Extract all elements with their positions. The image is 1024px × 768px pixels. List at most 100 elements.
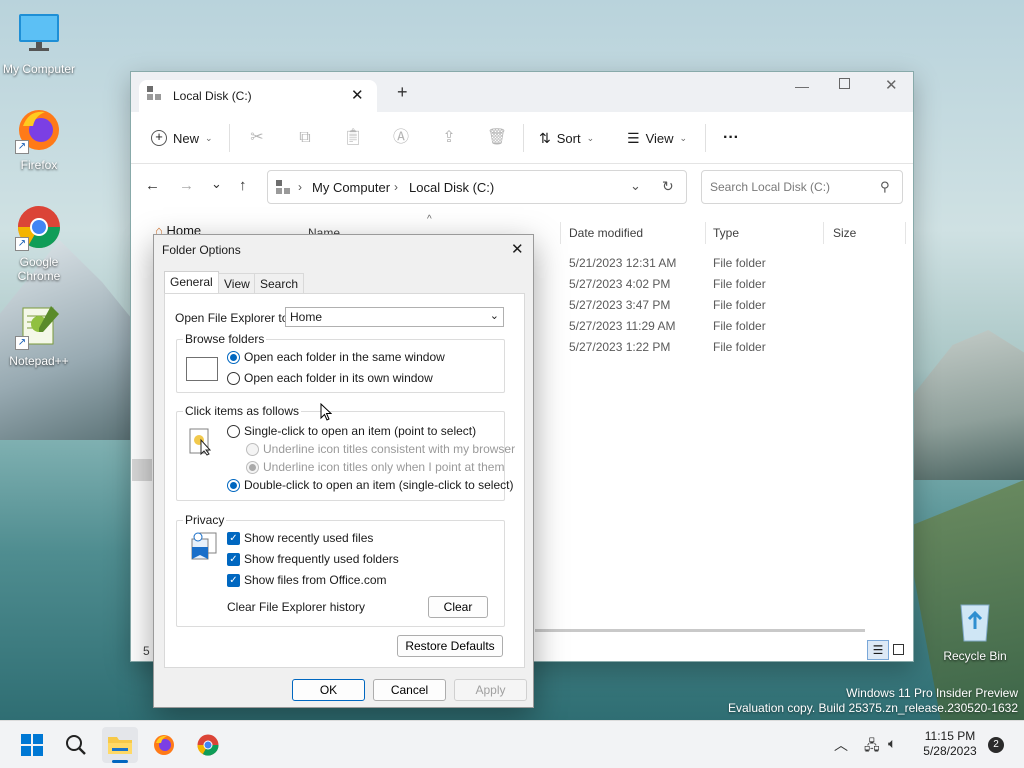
tiles-view-icon[interactable] xyxy=(893,644,904,655)
taskbar-firefox[interactable] xyxy=(146,727,182,763)
underline-point-option[interactable]: Underline icon titles only when I point … xyxy=(246,460,504,474)
column-divider xyxy=(823,222,824,244)
chevron-down-icon: ⌄ xyxy=(679,132,688,143)
delete-icon[interactable]: 🗑︎ xyxy=(485,126,509,150)
address-dropdown-icon[interactable]: ⌄ xyxy=(630,178,641,194)
start-button[interactable] xyxy=(14,727,50,763)
column-header-type[interactable]: Type xyxy=(713,226,739,240)
explorer-tab[interactable]: Local Disk (C:) ✕ xyxy=(139,80,377,112)
view-button[interactable]: ☰ View ⌄ xyxy=(627,126,687,150)
share-icon[interactable]: ⇪ xyxy=(437,126,461,150)
window-preview-icon xyxy=(186,357,218,381)
new-tab-icon[interactable]: + xyxy=(397,82,408,103)
open-explorer-value: Home xyxy=(290,310,323,324)
ok-button[interactable]: OK xyxy=(292,679,365,701)
apply-button[interactable]: Apply xyxy=(454,679,527,701)
privacy-group: Privacy ✓ Show recently used files ✓ Sho… xyxy=(176,513,505,627)
status-item-count: 5 xyxy=(143,644,150,658)
more-options-icon[interactable]: ··· xyxy=(723,126,739,150)
refresh-icon[interactable]: ↻ xyxy=(662,178,674,195)
notification-badge[interactable]: 2 xyxy=(988,737,1004,753)
new-button[interactable]: + New ⌄ xyxy=(151,126,213,150)
double-click-option[interactable]: Double-click to open an item (single-cli… xyxy=(227,478,513,492)
minimize-icon[interactable]: — xyxy=(795,78,809,94)
paste-icon[interactable]: 📋︎ xyxy=(341,126,365,150)
restore-defaults-button[interactable]: Restore Defaults xyxy=(397,635,503,657)
nav-pane-scrollbar[interactable] xyxy=(132,459,152,481)
up-arrow-icon[interactable]: ↑ xyxy=(239,177,247,194)
show-recent-files-checkbox[interactable]: ✓ Show recently used files xyxy=(227,531,373,545)
firefox-icon: ↗ xyxy=(15,106,63,154)
cut-icon[interactable]: ✂ xyxy=(245,126,269,150)
show-hidden-icons-chevron[interactable]: ︿ xyxy=(834,735,848,755)
breadcrumb-local-disk[interactable]: Local Disk (C:) xyxy=(409,180,494,195)
row-date: 5/27/2023 3:47 PM xyxy=(569,298,671,312)
radio-unselected xyxy=(227,424,240,438)
general-tab-panel: Open File Explorer to: Home ⌄ Browse fol… xyxy=(164,293,525,668)
row-type: File folder xyxy=(713,256,766,270)
desktop-icon-chrome[interactable]: ↗ Google Chrome xyxy=(1,203,77,283)
column-divider xyxy=(705,222,706,244)
column-header-size[interactable]: Size xyxy=(833,226,856,240)
desktop-icon-firefox[interactable]: ↗ Firefox xyxy=(1,106,77,172)
network-icon[interactable]: 🖧︎ xyxy=(864,735,880,759)
desktop-icon-my-computer[interactable]: My Computer xyxy=(1,10,77,76)
underline-browser-option[interactable]: Underline icon titles consistent with my… xyxy=(246,442,515,456)
taskbar-file-explorer[interactable] xyxy=(102,727,138,763)
toolbar-separator xyxy=(705,124,706,152)
radio-selected xyxy=(227,350,240,364)
open-explorer-select[interactable]: Home ⌄ xyxy=(285,307,504,327)
volume-icon[interactable]: 🔈︎ xyxy=(888,735,896,752)
shortcut-arrow-icon: ↗ xyxy=(15,140,29,154)
tab-search[interactable]: Search xyxy=(254,273,305,293)
single-click-option[interactable]: Single-click to open an item (point to s… xyxy=(227,424,476,438)
taskbar-clock[interactable]: 11:15 PM 5/28/2023 xyxy=(918,729,982,759)
rename-icon[interactable]: Ⓐ xyxy=(389,126,413,150)
clock-time: 11:15 PM xyxy=(924,729,976,743)
browse-own-window-option[interactable]: Open each folder in its own window xyxy=(227,371,433,385)
explorer-toolbar: + New ⌄ ✂ ⧉ 📋︎ Ⓐ ⇪ 🗑︎ ⇅ Sort ⌄ ☰ View ⌄ … xyxy=(131,112,913,164)
show-office-files-checkbox[interactable]: ✓ Show files from Office.com xyxy=(227,573,387,587)
notepadpp-icon: ↗ xyxy=(15,302,63,350)
back-arrow-icon[interactable]: ← xyxy=(145,177,160,194)
view-list-icon: ☰ xyxy=(627,129,640,146)
dialog-close-icon[interactable]: ✕ xyxy=(511,240,524,258)
dialog-title: Folder Options xyxy=(162,243,241,257)
watermark-line-1: Windows 11 Pro Insider Preview xyxy=(846,686,1018,700)
maximize-icon[interactable] xyxy=(839,78,850,89)
option-label: Underline icon titles only when I point … xyxy=(263,460,505,474)
details-view-icon[interactable]: ☰ xyxy=(867,640,889,660)
copy-icon[interactable]: ⧉ xyxy=(293,126,317,150)
row-date: 5/27/2023 1:22 PM xyxy=(569,340,671,354)
breadcrumb-separator-icon: › xyxy=(298,180,302,194)
explorer-titlebar: Local Disk (C:) ✕ + — ✕ xyxy=(131,72,913,112)
horizontal-scrollbar[interactable] xyxy=(535,629,865,632)
browse-same-window-option[interactable]: Open each folder in the same window xyxy=(227,350,445,364)
radio-disabled-selected xyxy=(246,460,259,474)
tab-view[interactable]: View xyxy=(218,273,256,293)
breadcrumb-my-computer[interactable]: My Computer xyxy=(312,180,390,195)
tab-close-icon[interactable]: ✕ xyxy=(351,86,364,104)
cancel-button[interactable]: Cancel xyxy=(373,679,446,701)
tab-general[interactable]: General xyxy=(164,271,219,293)
recent-chevron-icon[interactable]: ⌄ xyxy=(211,176,222,192)
taskbar-chrome[interactable] xyxy=(190,727,226,763)
chrome-icon xyxy=(197,734,219,756)
taskbar-search-button[interactable] xyxy=(58,727,94,763)
click-items-legend: Click items as follows xyxy=(183,404,302,418)
radio-selected xyxy=(227,478,240,492)
show-frequent-folders-checkbox[interactable]: ✓ Show frequently used folders xyxy=(227,552,399,566)
chevron-down-icon: ⌄ xyxy=(205,132,213,143)
window-close-icon[interactable]: ✕ xyxy=(885,76,898,94)
column-header-date[interactable]: Date modified xyxy=(569,226,643,240)
desktop-icon-recycle-bin[interactable]: Recycle Bin xyxy=(937,597,1013,663)
active-app-indicator xyxy=(112,760,128,763)
search-box[interactable]: Search Local Disk (C:) ⚲ xyxy=(701,170,903,204)
search-icon: ⚲ xyxy=(880,179,890,194)
clear-history-button[interactable]: Clear xyxy=(428,596,488,618)
desktop-icon-notepadpp[interactable]: ↗ Notepad++ xyxy=(1,302,77,368)
forward-arrow-icon[interactable]: → xyxy=(179,177,194,194)
address-bar[interactable]: › My Computer › Local Disk (C:) ⌄ ↻ xyxy=(267,170,687,204)
search-icon xyxy=(66,735,86,755)
sort-button[interactable]: ⇅ Sort ⌄ xyxy=(539,126,594,150)
